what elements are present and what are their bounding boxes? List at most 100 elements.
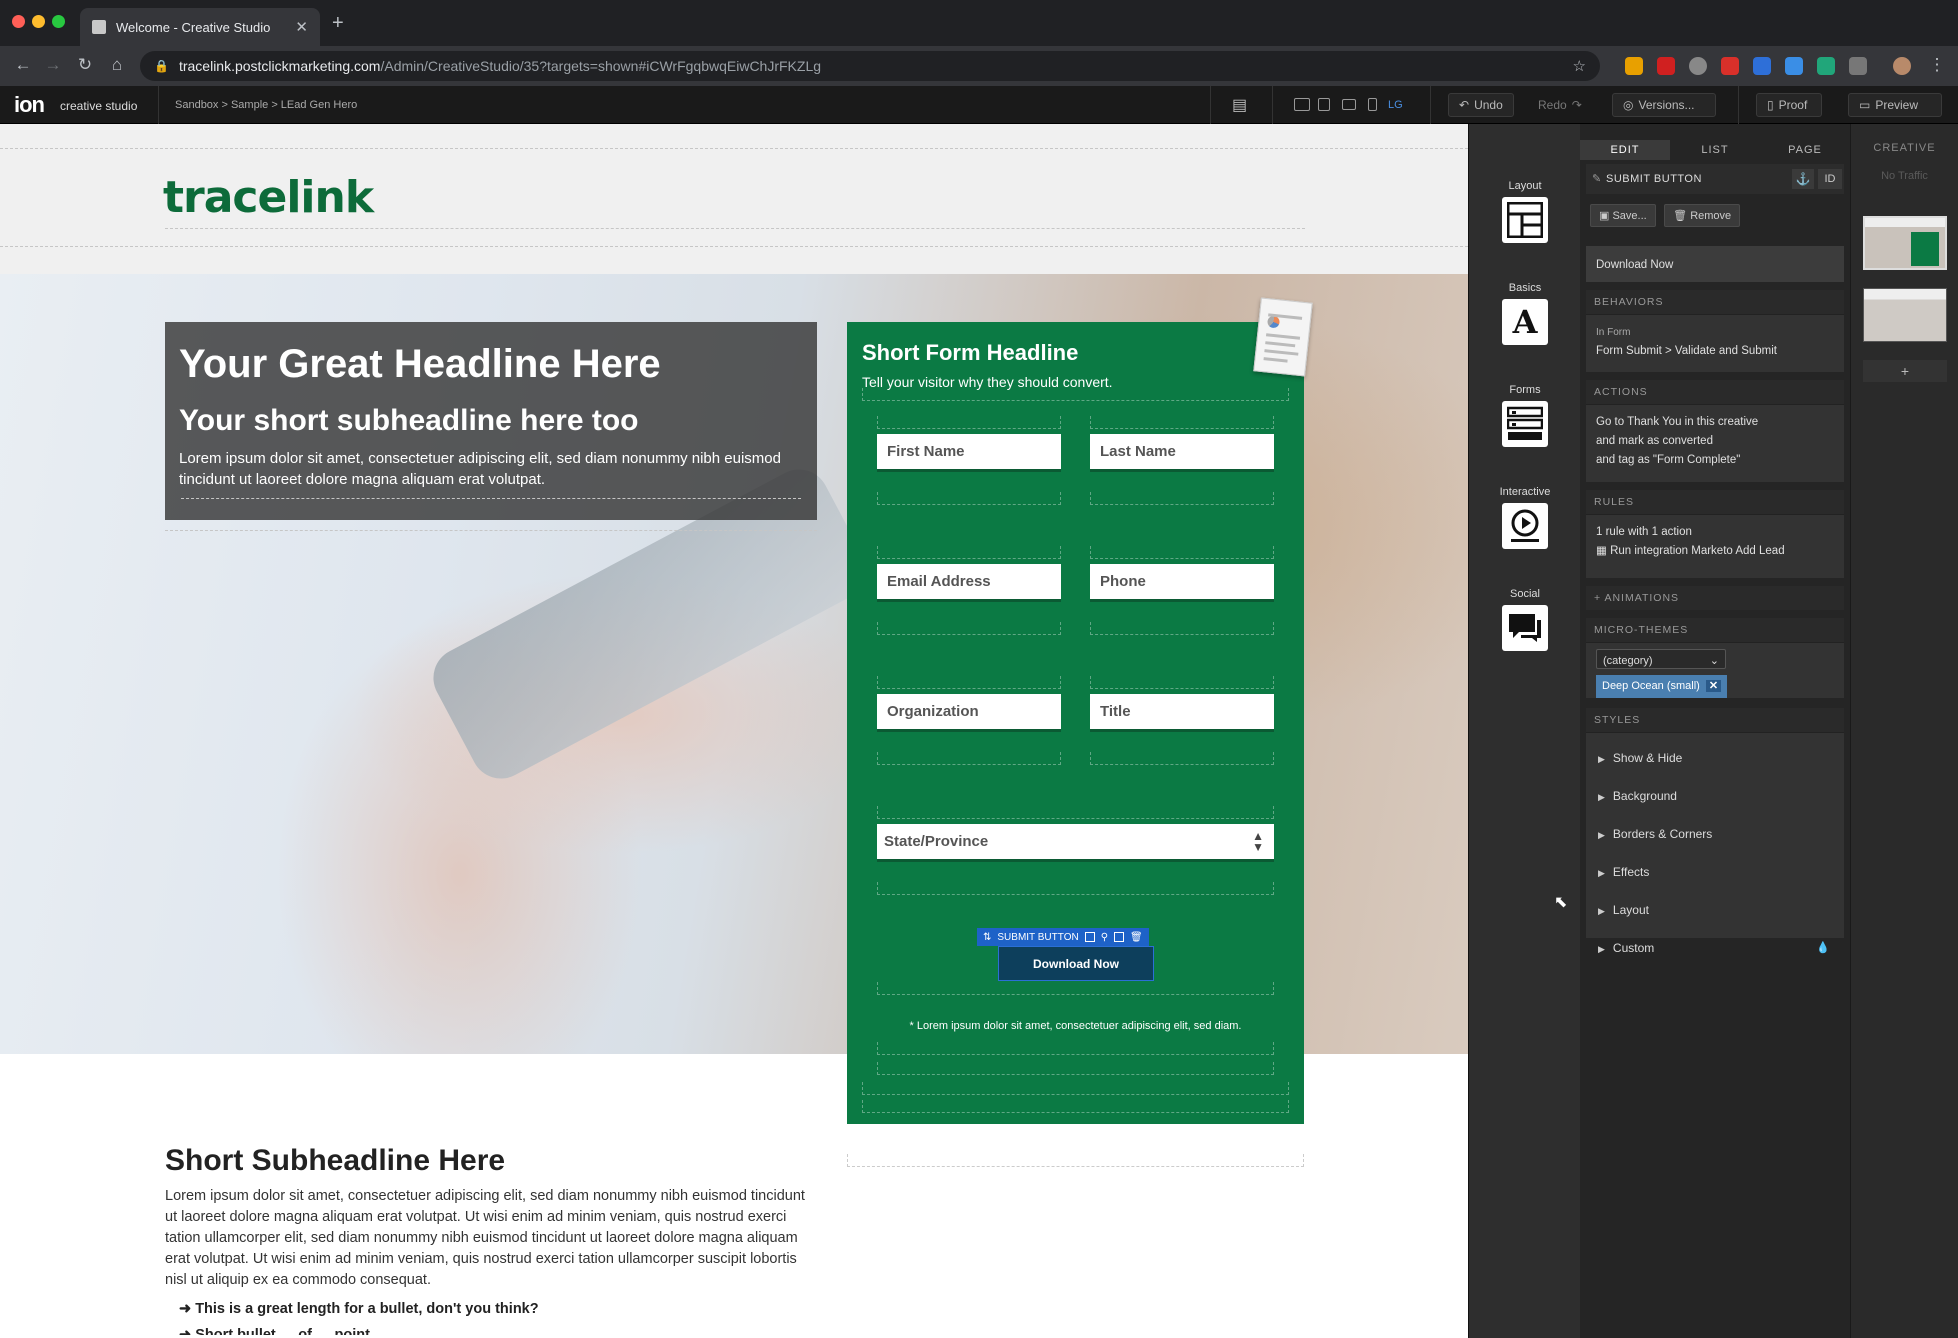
extension-icon[interactable] — [1753, 57, 1771, 75]
tab-edit[interactable]: EDIT — [1580, 140, 1670, 160]
selection-toolbar[interactable]: ⇅ SUBMIT BUTTON ⚲ 🗑 — [977, 928, 1149, 946]
form-icon[interactable] — [1502, 401, 1548, 447]
animations-section[interactable]: + ANIMATIONS — [1586, 586, 1844, 610]
style-custom[interactable]: Custom 💧 — [1586, 929, 1844, 967]
bullet-item[interactable]: ➜ This is a great length for a bullet, d… — [165, 1301, 805, 1317]
id-button[interactable]: ID — [1818, 169, 1842, 189]
text-icon[interactable]: A — [1502, 299, 1548, 345]
tracelink-logo[interactable]: tracelink — [163, 172, 374, 223]
bullet-item[interactable]: ➜ Short bullet … of … point … — [165, 1327, 805, 1335]
minimize-window-button[interactable] — [32, 15, 45, 28]
grid-icon[interactable] — [1114, 932, 1125, 942]
add-page-button[interactable]: + — [1863, 360, 1947, 382]
lead-form[interactable]: Short Form Headline Tell your visitor wh… — [847, 297, 1313, 1124]
style-background[interactable]: Background — [1586, 777, 1844, 815]
proof-button[interactable]: ▯ Proof — [1756, 93, 1822, 117]
page-thumbnail-active[interactable] — [1863, 216, 1947, 270]
tab-page[interactable]: PAGE — [1760, 140, 1850, 160]
close-window-button[interactable] — [12, 15, 25, 28]
organization-field[interactable]: Organization — [877, 694, 1061, 732]
animations-heading[interactable]: + ANIMATIONS — [1586, 586, 1844, 610]
new-tab-icon[interactable]: + — [332, 12, 344, 35]
remove-button[interactable]: 🗑 Remove — [1664, 204, 1741, 227]
anchor-icon[interactable]: ⚓ — [1792, 169, 1814, 189]
reload-icon[interactable]: ↻ — [74, 55, 96, 75]
last-name-field[interactable]: Last Name — [1090, 434, 1274, 472]
hero-headline[interactable]: Your Great Headline Here — [179, 342, 661, 387]
extension-icon[interactable] — [1817, 57, 1835, 75]
close-tab-icon[interactable]: ✕ — [295, 18, 308, 36]
url-input[interactable]: 🔒 tracelink.postclickmarketing.com /Admi… — [140, 51, 1600, 81]
palette-interactive[interactable]: Interactive — [1469, 486, 1581, 549]
theme-chip[interactable]: Deep Ocean (small) ✕ — [1596, 675, 1728, 698]
trash-icon[interactable]: 🗑 — [1130, 932, 1143, 943]
palette-social[interactable]: Social — [1469, 588, 1581, 651]
social-icon[interactable] — [1502, 605, 1548, 651]
pin-icon[interactable]: ⚲ — [1101, 932, 1108, 943]
hero-subheadline[interactable]: Your short subheadline here too — [179, 404, 639, 438]
breadcrumb[interactable]: Sandbox > Sample > LEad Gen Hero — [175, 99, 357, 111]
button-text-field[interactable]: Download Now — [1586, 246, 1844, 282]
submit-button[interactable]: Download Now — [998, 946, 1154, 981]
content-section[interactable]: Short Subheadline Here Lorem ipsum dolor… — [165, 1144, 805, 1335]
form-headline[interactable]: Short Form Headline — [862, 340, 1078, 366]
extension-icon[interactable] — [1657, 57, 1675, 75]
style-show-hide[interactable]: Show & Hide — [1586, 739, 1844, 777]
interactive-icon[interactable] — [1502, 503, 1548, 549]
undo-button[interactable]: ↶ Undo — [1448, 93, 1514, 117]
hero-body-text[interactable]: Lorem ipsum dolor sit amet, consectetuer… — [179, 448, 799, 490]
tablet-landscape-icon[interactable] — [1342, 99, 1356, 110]
extension-icon[interactable] — [1785, 57, 1803, 75]
tab-list[interactable]: LIST — [1670, 140, 1760, 160]
drag-handle-icon[interactable]: ⇅ — [983, 932, 991, 943]
page-thumbnail[interactable] — [1863, 288, 1947, 342]
browser-menu-icon[interactable]: ⋮ — [1926, 55, 1948, 75]
versions-button[interactable]: ◎ Versions... — [1612, 93, 1716, 117]
palette-layout[interactable]: Layout — [1469, 180, 1581, 243]
section-body[interactable]: Lorem ipsum dolor sit amet, consectetuer… — [165, 1186, 805, 1291]
behavior-item[interactable]: In Form Form Submit > Validate and Submi… — [1586, 315, 1844, 369]
maximize-window-button[interactable] — [52, 15, 65, 28]
category-select[interactable]: (category) ⌄ — [1596, 649, 1726, 669]
home-icon[interactable]: ⌂ — [106, 55, 128, 75]
bookmark-star-icon[interactable]: ☆ — [1573, 57, 1586, 75]
layout-icon[interactable] — [1502, 197, 1548, 243]
headline-box[interactable]: Your Great Headline Here Your short subh… — [165, 322, 817, 520]
preview-button[interactable]: ▭ Preview — [1848, 93, 1942, 117]
browser-tab[interactable]: Welcome - Creative Studio ✕ — [80, 8, 320, 46]
forward-icon[interactable]: → — [42, 55, 64, 75]
rule-item[interactable]: 1 rule with 1 action ▦ Run integration M… — [1586, 515, 1844, 569]
tablet-view-icon[interactable] — [1318, 98, 1330, 111]
action-item[interactable]: Go to Thank You in this creative and mar… — [1586, 405, 1844, 478]
redo-button[interactable]: Redo ↷ — [1528, 93, 1594, 117]
section-guide — [862, 1082, 1289, 1095]
desktop-view-icon[interactable] — [1294, 98, 1310, 111]
style-borders-corners[interactable]: Borders & Corners — [1586, 815, 1844, 853]
title-field[interactable]: Title — [1090, 694, 1274, 732]
state-province-select[interactable]: State/Province ▲ ▼ — [877, 824, 1274, 862]
extension-icon[interactable] — [1721, 57, 1739, 75]
phone-field[interactable]: Phone — [1090, 564, 1274, 602]
form-disclaimer[interactable]: * Lorem ipsum dolor sit amet, consectetu… — [847, 1020, 1304, 1032]
remove-theme-icon[interactable]: ✕ — [1705, 680, 1722, 692]
first-name-field[interactable]: First Name — [877, 434, 1061, 472]
creative-tab[interactable]: CREATIVE — [1851, 142, 1958, 154]
style-effects[interactable]: Effects — [1586, 853, 1844, 891]
phone-view-icon[interactable] — [1368, 98, 1377, 111]
palette-basics[interactable]: Basics A — [1469, 282, 1581, 345]
page-header[interactable]: tracelink — [0, 124, 1468, 274]
extension-icon[interactable] — [1849, 57, 1867, 75]
page-canvas[interactable]: tracelink Your Great Headline Here Your … — [0, 124, 1468, 1338]
save-button[interactable]: ▣ Save... — [1590, 204, 1656, 227]
email-field[interactable]: Email Address — [877, 564, 1061, 602]
back-icon[interactable]: ← — [12, 55, 34, 75]
section-heading[interactable]: Short Subheadline Here — [165, 1144, 805, 1178]
device-size-label[interactable]: LG — [1388, 99, 1403, 111]
copy-icon[interactable] — [1084, 932, 1095, 942]
palette-forms[interactable]: Forms — [1469, 384, 1581, 447]
profile-avatar[interactable] — [1893, 57, 1911, 75]
extension-icon[interactable] — [1689, 57, 1707, 75]
style-layout[interactable]: Layout — [1586, 891, 1844, 929]
layout-toggle-icon[interactable]: ▤ — [1228, 93, 1252, 117]
extension-icon[interactable] — [1625, 57, 1643, 75]
